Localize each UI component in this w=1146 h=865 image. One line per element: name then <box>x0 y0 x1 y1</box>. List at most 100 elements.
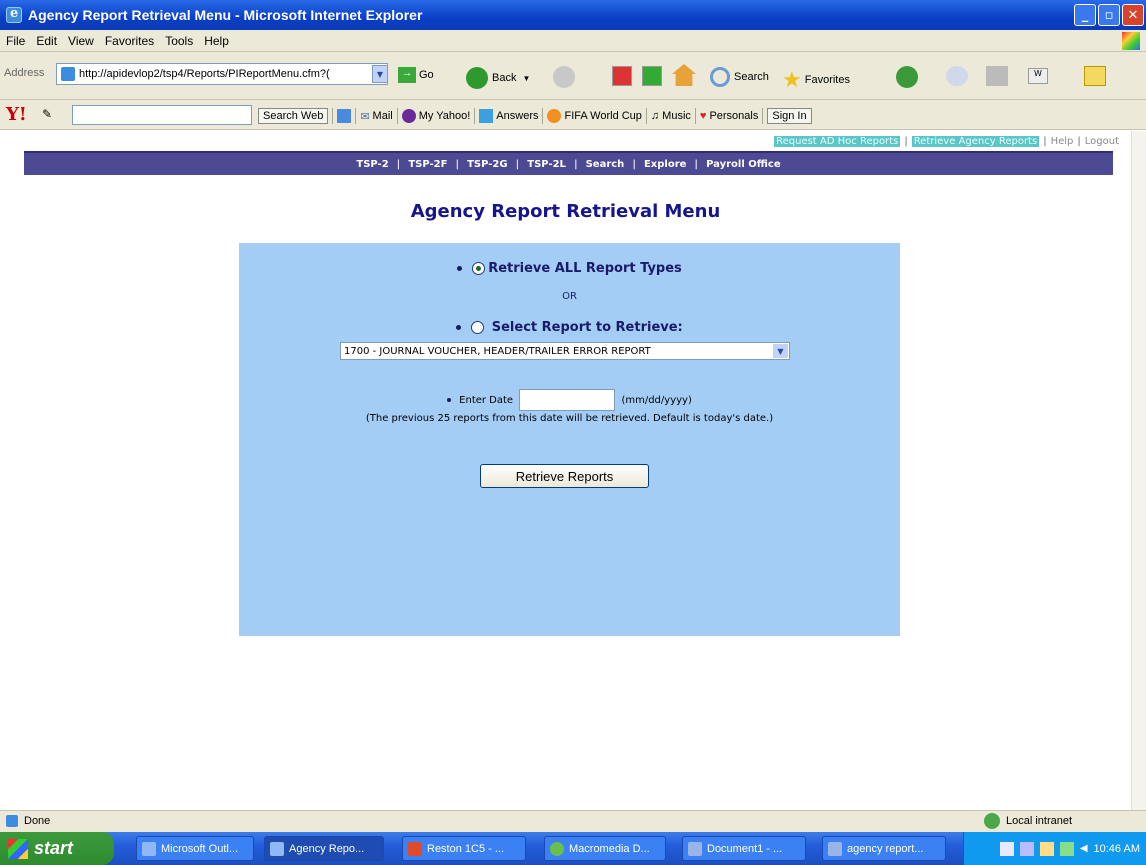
start-button[interactable]: start <box>0 832 114 865</box>
go-button[interactable]: → Go <box>398 67 434 83</box>
maximize-button[interactable]: ▫ <box>1098 4 1120 26</box>
answers-link[interactable]: Answers <box>496 110 538 122</box>
yahoo-search-input[interactable] <box>72 105 252 125</box>
ie-icon <box>6 6 22 23</box>
retrieval-form-panel: Retrieve ALL Report Types OR Select Repo… <box>239 243 900 636</box>
date-format-hint: (mm/dd/yyyy) <box>621 395 692 406</box>
task-macromedia[interactable]: Macromedia D... <box>544 836 666 861</box>
music-link[interactable]: Music <box>662 110 691 122</box>
clock: 10:46 AM <box>1093 842 1140 855</box>
task-reston[interactable]: Reston 1C5 - ... <box>402 836 526 861</box>
task-agency-report[interactable]: Agency Repo... <box>264 836 384 861</box>
zone-text: Local intranet <box>1006 815 1073 827</box>
search-button[interactable]: Search <box>710 67 769 87</box>
menu-help[interactable]: Help <box>204 34 229 48</box>
menu-edit[interactable]: Edit <box>36 34 57 48</box>
pencil-icon[interactable]: ✎ <box>42 107 52 121</box>
search-icon <box>710 67 730 87</box>
close-button[interactable]: ✕ <box>1122 4 1144 26</box>
retrieve-agency-link[interactable]: Retrieve Agency Reports <box>911 136 1040 147</box>
nav-tsp-2l[interactable]: TSP-2L <box>519 159 574 170</box>
print-icon[interactable] <box>986 66 1008 86</box>
option-select-row: Select Report to Retrieve: <box>239 320 900 335</box>
window-title-bar: Agency Report Retrieval Menu - Microsoft… <box>0 0 1146 30</box>
answers-icon <box>479 109 494 123</box>
intranet-zone-icon <box>984 813 1000 829</box>
menu-file[interactable]: File <box>6 34 25 48</box>
window-title: Agency Report Retrieval Menu - Microsoft… <box>28 7 423 23</box>
word-icon[interactable]: W <box>1028 68 1048 84</box>
report-select[interactable]: 1700 - JOURNAL VOUCHER, HEADER/TRAILER E… <box>340 342 790 360</box>
task-outlook[interactable]: Microsoft Outl... <box>136 836 254 861</box>
address-label: Address <box>4 67 45 79</box>
favorites-button[interactable]: ★ Favorites <box>782 67 850 93</box>
reston-icon <box>408 842 422 856</box>
date-row: Enter Date (mm/dd/yyyy) <box>239 389 900 411</box>
minimize-button[interactable]: _ <box>1074 4 1096 26</box>
toolbar-options-icon[interactable] <box>337 109 352 123</box>
my-yahoo-link[interactable]: My Yahoo! <box>419 110 471 122</box>
note-icon[interactable] <box>1084 66 1106 86</box>
back-arrow-icon <box>466 67 488 89</box>
yahoo-mail-link[interactable]: Mail <box>373 110 393 122</box>
radio-select-report[interactable] <box>471 321 485 334</box>
personals-link[interactable]: Personals <box>709 110 758 122</box>
page-done-icon <box>6 815 18 827</box>
search-web-button[interactable]: Search Web <box>258 108 329 124</box>
option-all-row: Retrieve ALL Report Types <box>239 261 900 276</box>
music-icon: ♫ <box>650 110 660 122</box>
page-title: Agency Report Retrieval Menu <box>410 201 721 222</box>
vertical-scrollbar[interactable] <box>1131 131 1146 810</box>
enter-date-label: Enter Date <box>459 395 514 406</box>
tray-expand-icon[interactable]: ◀ <box>1080 843 1088 854</box>
chevron-down-icon: ▼ <box>773 344 788 358</box>
nav-tsp-2g[interactable]: TSP-2G <box>459 159 516 170</box>
help-link[interactable]: Help <box>1051 136 1074 147</box>
nav-tsp-2[interactable]: TSP-2 <box>348 159 396 170</box>
go-arrow-icon: → <box>398 67 416 83</box>
menu-favorites[interactable]: Favorites <box>105 34 154 48</box>
sign-in-button[interactable]: Sign In <box>767 108 812 124</box>
task-document1[interactable]: Document1 - ... <box>682 836 806 861</box>
report-select-value: 1700 - JOURNAL VOUCHER, HEADER/TRAILER E… <box>344 345 651 357</box>
tray-network-icon[interactable] <box>1019 841 1034 856</box>
nav-search[interactable]: Search <box>578 159 633 170</box>
tray-speaker-icon[interactable] <box>1059 841 1074 856</box>
date-input[interactable] <box>519 389 616 411</box>
mail-icon[interactable] <box>946 66 968 86</box>
system-tray: ◀ 10:46 AM <box>963 832 1146 865</box>
word-doc-icon <box>688 842 702 856</box>
home-icon[interactable] <box>672 64 696 86</box>
ie-task-icon <box>270 842 284 856</box>
menu-tools[interactable]: Tools <box>165 34 193 48</box>
address-input[interactable]: http://apidevlop2/tsp4/Reports/PIReportM… <box>56 63 388 85</box>
radio-retrieve-all[interactable] <box>472 262 486 275</box>
taskbar: start Microsoft Outl... Agency Repo... R… <box>0 832 1146 865</box>
date-note: (The previous 25 reports from this date … <box>365 413 774 424</box>
logout-link[interactable]: Logout <box>1085 136 1119 147</box>
task-agency-report-doc[interactable]: agency report... <box>822 836 946 861</box>
tray-pen-icon[interactable] <box>1039 841 1054 856</box>
option-all-label: Retrieve ALL Report Types <box>488 261 682 276</box>
stop-icon[interactable] <box>612 66 632 86</box>
refresh-icon[interactable] <box>642 66 662 86</box>
address-dropdown-button[interactable]: ▼ <box>372 65 388 83</box>
star-icon: ★ <box>782 67 802 92</box>
tray-tool-icon[interactable] <box>999 841 1014 856</box>
fifa-link[interactable]: FIFA World Cup <box>564 110 641 122</box>
nav-payroll-office[interactable]: Payroll Office <box>698 159 789 170</box>
nav-tsp-2f[interactable]: TSP-2F <box>400 159 455 170</box>
option-select-label: Select Report to Retrieve: <box>491 320 683 335</box>
main-nav: TSP-2 | TSP-2F | TSP-2G | TSP-2L | Search | E… <box>24 151 1113 175</box>
forward-icon[interactable] <box>553 66 575 88</box>
retrieve-reports-button[interactable]: Retrieve Reports <box>480 464 649 488</box>
nav-explore[interactable]: Explore <box>636 159 694 170</box>
yahoo-toolbar: Y! ✎ Search Web ✉ Mail My Yahoo! Answers… <box>0 100 1146 130</box>
history-icon[interactable] <box>896 66 918 88</box>
back-button[interactable]: Back ▼ <box>466 67 530 89</box>
page-content: Request AD Hoc Reports | Retrieve Agency… <box>0 131 1131 810</box>
my-yahoo-icon <box>401 109 416 123</box>
menu-view[interactable]: View <box>68 34 94 48</box>
request-adhoc-link[interactable]: Request AD Hoc Reports <box>774 136 901 147</box>
macromedia-icon <box>550 842 564 856</box>
